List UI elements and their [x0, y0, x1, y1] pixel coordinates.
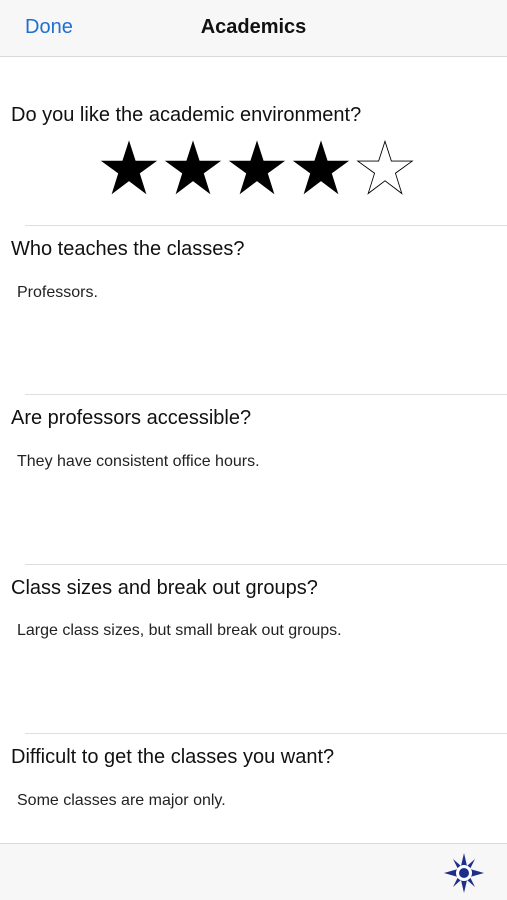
star-1-icon[interactable]	[100, 139, 158, 197]
star-2-icon[interactable]	[164, 139, 222, 197]
compass-icon-graphic	[444, 853, 484, 893]
page-title: Academics	[200, 16, 307, 38]
rating-question: Do you like the academic environment?	[11, 104, 362, 126]
answer-text[interactable]: Some classes are major only.	[17, 792, 226, 810]
star-4-icon[interactable]	[292, 139, 350, 197]
answer-text[interactable]: Professors.	[17, 284, 98, 302]
star-rating[interactable]	[100, 139, 414, 197]
question-label: Who teaches the classes?	[11, 238, 245, 260]
navigation-bar: Done Academics	[0, 0, 507, 57]
divider	[25, 394, 507, 395]
divider	[25, 564, 507, 565]
content-area[interactable]: Do you like the academic environment? Wh…	[0, 57, 507, 843]
screen: Done Academics Do you like the academic …	[0, 0, 507, 900]
star-3-icon[interactable]	[228, 139, 286, 197]
compass-icon[interactable]	[444, 853, 484, 893]
question-label: Class sizes and break out groups?	[11, 577, 318, 599]
divider	[25, 733, 507, 734]
answer-text[interactable]: They have consistent office hours.	[17, 453, 260, 471]
question-label: Difficult to get the classes you want?	[11, 746, 335, 768]
bottom-toolbar	[0, 843, 507, 900]
question-label: Are professors accessible?	[11, 407, 252, 429]
answer-text[interactable]: Large class sizes, but small break out g…	[17, 622, 342, 640]
star-5-icon[interactable]	[356, 139, 414, 197]
divider	[25, 225, 507, 226]
